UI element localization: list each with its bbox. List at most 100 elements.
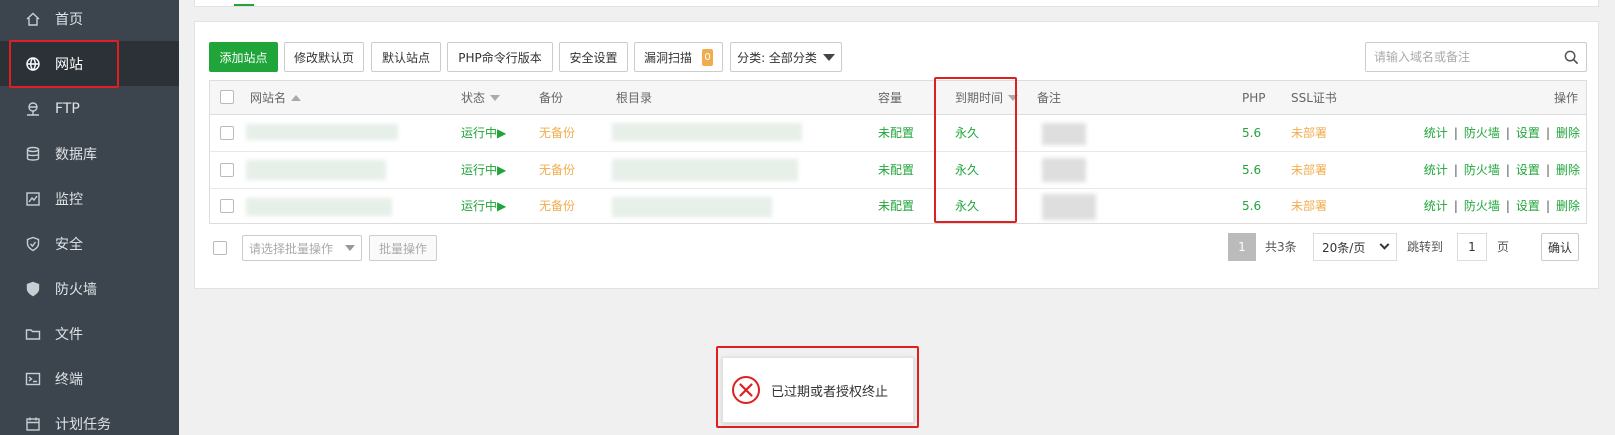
sidebar-item-label: 安全 [55, 236, 83, 253]
database-icon [25, 146, 41, 162]
sidebar-item-label: 首页 [55, 11, 83, 28]
sort-asc-icon [291, 95, 302, 101]
remark-redacted[interactable] [1042, 158, 1086, 182]
site-name-redacted[interactable] [246, 124, 398, 140]
add-site-button[interactable]: 添加站点 [209, 42, 278, 72]
firewall-link[interactable]: 防火墙 [1464, 163, 1500, 177]
capacity-value[interactable]: 未配置 [878, 115, 914, 152]
php-version[interactable]: 5.6 [1242, 152, 1261, 189]
site-name-redacted[interactable] [246, 198, 392, 216]
stats-link[interactable]: 统计 [1424, 163, 1448, 177]
select-all-checkbox[interactable] [220, 90, 234, 104]
default-site-button[interactable]: 默认站点 [371, 42, 441, 72]
php-version[interactable]: 5.6 [1242, 189, 1261, 224]
th-root: 根目录 [616, 91, 653, 105]
firewall-icon [25, 281, 41, 297]
batch-select-placeholder: 请选择批量操作 [249, 241, 334, 256]
sidebar-item-home[interactable]: 首页 [0, 0, 179, 41]
capacity-value[interactable]: 未配置 [878, 189, 914, 224]
firewall-link[interactable]: 防火墙 [1464, 126, 1500, 140]
sidebar-item-files[interactable]: 文件 [0, 311, 179, 356]
php-version[interactable]: 5.6 [1242, 115, 1261, 152]
security-settings-button[interactable]: 安全设置 [559, 42, 628, 72]
shield-icon [25, 236, 41, 252]
folder-icon [25, 326, 41, 342]
sidebar-item-terminal[interactable]: 终端 [0, 356, 179, 401]
sidebar-item-label: 监控 [55, 191, 83, 208]
status-running[interactable]: 运行中▶ [461, 115, 506, 152]
sidebar-item-ftp[interactable]: FTP [0, 86, 179, 131]
batch-select-all-checkbox[interactable] [213, 241, 227, 255]
status-running[interactable]: 运行中▶ [461, 152, 506, 189]
th-status[interactable]: 状态 [461, 81, 501, 115]
th-ssl: SSL证书 [1291, 91, 1337, 105]
sidebar-item-cron[interactable]: 计划任务 [0, 401, 179, 435]
vuln-scan-button[interactable]: 漏洞扫描 0 [634, 42, 723, 72]
row-actions: 统计 | 防火墙 | 设置 | 删除 [1423, 199, 1580, 213]
stats-link[interactable]: 统计 [1424, 199, 1448, 213]
delete-link[interactable]: 删除 [1556, 126, 1580, 140]
sidebar-item-database[interactable]: 数据库 [0, 131, 179, 176]
backup-status[interactable]: 无备份 [539, 152, 575, 189]
row-checkbox[interactable] [220, 199, 234, 213]
settings-link[interactable]: 设置 [1516, 199, 1540, 213]
sort-desc-icon [490, 95, 501, 101]
ssl-status[interactable]: 未部署 [1291, 189, 1327, 224]
ssl-status[interactable]: 未部署 [1291, 115, 1327, 152]
batch-operation-select[interactable]: 请选择批量操作 [242, 235, 362, 261]
capacity-value[interactable]: 未配置 [878, 152, 914, 189]
row-checkbox[interactable] [220, 163, 234, 177]
highlight-box-website [9, 40, 119, 88]
monitor-icon [25, 191, 41, 207]
stats-link[interactable]: 统计 [1424, 126, 1448, 140]
jump-confirm-button[interactable]: 确认 [1541, 233, 1579, 261]
chevron-down-icon [1379, 239, 1390, 250]
status-running[interactable]: 运行中▶ [461, 189, 506, 224]
row-checkbox[interactable] [220, 126, 234, 140]
th-actions: 操作 [1553, 91, 1578, 105]
home-icon [25, 11, 41, 27]
batch-operation-button[interactable]: 批量操作 [369, 235, 437, 261]
error-toast: 已过期或者授权终止 [722, 357, 914, 423]
sidebar-item-monitor[interactable]: 监控 [0, 176, 179, 221]
backup-status[interactable]: 无备份 [539, 189, 575, 224]
pagination-current-page[interactable]: 1 [1228, 233, 1256, 261]
highlight-box-expire-column [934, 77, 1017, 223]
sidebar-item-security[interactable]: 安全 [0, 221, 179, 266]
remark-redacted[interactable] [1042, 194, 1096, 220]
category-label: 分类: 全部分类 [737, 50, 817, 65]
settings-link[interactable]: 设置 [1516, 163, 1540, 177]
jump-to-label: 跳转到 [1407, 240, 1444, 254]
ssl-status[interactable]: 未部署 [1291, 152, 1327, 189]
backup-status[interactable]: 无备份 [539, 115, 575, 152]
edit-default-page-button[interactable]: 修改默认页 [284, 42, 364, 72]
sidebar: 首页 网站 FTP 数据库 监控 安全 防火墙 文件 终端 计划任务 [0, 0, 179, 435]
chevron-down-icon [822, 53, 835, 61]
calendar-icon [25, 416, 41, 432]
search-input[interactable] [1366, 43, 1556, 71]
sidebar-item-label: FTP [55, 100, 80, 117]
page-unit-label: 页 [1497, 240, 1510, 254]
th-site-name[interactable]: 网站名 [250, 81, 302, 115]
table-header: 网站名 状态 备份 根目录 容量 到期时间 备注 PHP SSL证书 操作 [210, 81, 1586, 115]
category-select[interactable]: 分类: 全部分类 [730, 42, 842, 72]
firewall-link[interactable]: 防火墙 [1464, 199, 1500, 213]
site-name-redacted[interactable] [246, 160, 386, 180]
table-row: 运行中▶ 无备份 未配置 永久 5.6 未部署 统计 | 防火墙 | 设置 | 删除 [210, 152, 1586, 189]
sidebar-item-label: 计划任务 [55, 416, 111, 433]
per-page-select[interactable]: 20条/页 [1313, 233, 1397, 261]
remark-redacted[interactable] [1042, 123, 1086, 145]
root-path-redacted[interactable] [612, 159, 798, 181]
root-path-redacted[interactable] [612, 197, 772, 217]
sidebar-item-firewall[interactable]: 防火墙 [0, 266, 179, 311]
row-actions: 统计 | 防火墙 | 设置 | 删除 [1423, 126, 1580, 140]
root-path-redacted[interactable] [612, 123, 802, 141]
delete-link[interactable]: 删除 [1556, 163, 1580, 177]
delete-link[interactable]: 删除 [1556, 199, 1580, 213]
sidebar-item-label: 终端 [55, 371, 83, 388]
settings-link[interactable]: 设置 [1516, 126, 1540, 140]
jump-page-input[interactable]: 1 [1457, 233, 1487, 261]
search-icon[interactable] [1556, 50, 1586, 65]
php-cli-version-button[interactable]: PHP命令行版本 [447, 42, 553, 72]
toast-message: 已过期或者授权终止 [771, 384, 889, 400]
